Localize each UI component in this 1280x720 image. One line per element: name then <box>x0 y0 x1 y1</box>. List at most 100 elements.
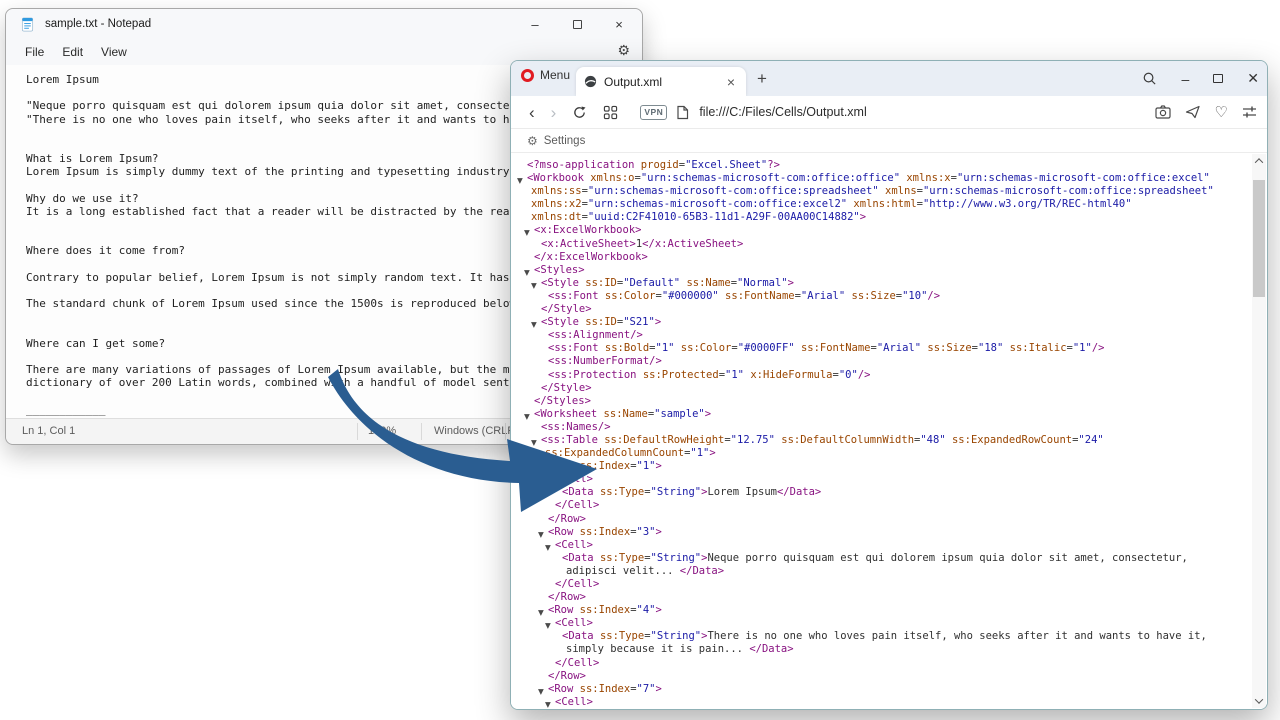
back-button[interactable]: ‹ <box>521 104 543 121</box>
reload-icon[interactable] <box>572 105 587 120</box>
xml-token: "sample" <box>654 408 705 420</box>
xml-token: <ss:Font <box>548 290 599 302</box>
speed-dial-grid-icon[interactable] <box>603 105 618 120</box>
xml-token: xmlns:dt <box>531 211 582 223</box>
easy-setup-sliders-icon[interactable] <box>1242 105 1257 119</box>
xml-token: <ss:NumberFormat <box>548 355 649 367</box>
notepad-close-button[interactable]: × <box>598 9 640 39</box>
xml-token: Neque porro quisquam est qui dolorem ips… <box>707 552 1187 564</box>
xml-token: ss:Index <box>580 526 631 538</box>
xml-token: > <box>587 473 593 485</box>
menu-edit[interactable]: Edit <box>53 42 92 62</box>
forward-button[interactable]: › <box>543 104 565 121</box>
xml-line: <ss:Font ss:Bold="1" ss:Color="#0000FF" … <box>517 342 1267 355</box>
xml-token: </Cell <box>555 499 593 511</box>
xml-token: adipisci velit... <box>566 565 680 577</box>
xml-token: x:HideFormula <box>750 369 832 381</box>
xml-token: progid <box>641 159 679 171</box>
xml-token: /> <box>598 421 611 433</box>
xml-line: </Style> <box>517 303 1267 316</box>
xml-token: > <box>587 617 593 629</box>
xml-token: > <box>580 670 586 682</box>
menu-view[interactable]: View <box>92 42 136 62</box>
xml-token: ss:FontName <box>801 342 871 354</box>
xml-token: > <box>593 657 599 669</box>
xml-line: </Row> <box>517 670 1267 683</box>
xml-token: "7" <box>637 683 656 695</box>
xml-token: ss:ID <box>585 277 617 289</box>
xml-token: "String" <box>651 552 702 564</box>
xml-token: "S21" <box>623 316 655 328</box>
address-bar-url[interactable]: file:///C:/Files/Cells/Output.xml <box>699 105 866 119</box>
xml-token: > <box>656 604 662 616</box>
xml-token: > <box>585 395 591 407</box>
xml-line: ▼<Style ss:ID="Default" ss:Name="Normal"… <box>517 277 1267 290</box>
tab-output-xml[interactable]: Output.xml × <box>576 67 746 96</box>
xml-token: <ss:Protection <box>548 369 637 381</box>
collapse-toggle-icon[interactable]: ▼ <box>545 698 551 709</box>
scrollbar[interactable] <box>1252 154 1266 708</box>
notepad-maximize-button[interactable] <box>556 9 598 39</box>
xml-token: > <box>585 382 591 394</box>
snapshot-camera-icon[interactable] <box>1155 105 1171 119</box>
new-tab-button[interactable]: + <box>757 69 767 89</box>
page-document-icon[interactable] <box>676 105 689 120</box>
favorites-heart-icon[interactable]: ♡ <box>1215 103 1228 121</box>
xml-token: </x:ExcelWorkbook <box>534 251 641 263</box>
scroll-down-icon[interactable] <box>1252 694 1266 708</box>
xml-token: > <box>787 643 793 655</box>
search-icon[interactable] <box>1142 71 1157 86</box>
notepad-titlebar[interactable]: sample.txt - Notepad – × <box>6 9 642 39</box>
scrollbar-thumb[interactable] <box>1253 180 1265 297</box>
xml-token: > <box>718 565 724 577</box>
vpn-badge[interactable]: VPN <box>640 105 667 120</box>
xml-line: xmlns:ss="urn:schemas-microsoft-com:offi… <box>517 185 1267 198</box>
browser-close-button[interactable]: ✕ <box>1247 70 1259 87</box>
xml-token: ss:Size <box>852 290 896 302</box>
xml-token: <Row <box>548 604 573 616</box>
xml-token: > <box>593 499 599 511</box>
xml-line: simply because it is pain... </Data> <box>517 643 1267 656</box>
xml-token: > <box>578 264 584 276</box>
xml-token: xmlns <box>885 185 917 197</box>
xml-line: ▼<x:ExcelWorkbook> <box>517 224 1267 237</box>
xml-line: xmlns:x2="urn:schemas-microsoft-com:offi… <box>517 198 1267 211</box>
tab-close-icon[interactable]: × <box>724 74 738 90</box>
xml-token: "1" <box>1073 342 1092 354</box>
xml-token: <Cell <box>555 617 587 629</box>
xml-token: "3" <box>637 526 656 538</box>
xml-token: "String" <box>651 486 702 498</box>
opera-menu-button[interactable]: Menu <box>521 68 570 82</box>
xml-token: There is no one who loves pain itself, w… <box>707 630 1206 642</box>
xml-token: > <box>585 303 591 315</box>
xml-token: > <box>788 277 794 289</box>
xml-token: <Styles <box>534 264 578 276</box>
browser-minimize-button[interactable]: – <box>1181 71 1189 87</box>
bookmark-settings[interactable]: Settings <box>544 135 586 147</box>
xml-token: simply because it is pain... <box>566 643 749 655</box>
xml-token: "http://www.w3.org/TR/REC-html40" <box>923 198 1132 210</box>
xml-token: /> <box>649 355 662 367</box>
browser-maximize-button[interactable] <box>1213 74 1223 83</box>
notepad-settings-gear-icon[interactable]: ⚙ <box>617 42 630 59</box>
settings-gear-icon: ⚙ <box>527 134 538 148</box>
xml-line: <ss:Font ss:Color="#000000" ss:FontName=… <box>517 290 1267 303</box>
xml-token: "0" <box>839 369 858 381</box>
xml-line: </Cell> <box>517 499 1267 512</box>
xml-token: > <box>587 539 593 551</box>
xml-line: ▼<Cell> <box>517 617 1267 630</box>
menu-file[interactable]: File <box>16 42 53 62</box>
xml-token: "Default" <box>623 277 680 289</box>
notepad-minimize-button[interactable]: – <box>514 9 556 39</box>
xml-token: "1" <box>725 369 744 381</box>
xml-token: ss:Italic <box>1010 342 1067 354</box>
scroll-up-icon[interactable] <box>1252 154 1266 168</box>
xml-token: </Row <box>548 591 580 603</box>
xml-token: > <box>655 316 661 328</box>
status-separator <box>357 423 358 440</box>
xml-token: ss:FontName <box>725 290 795 302</box>
notepad-app-icon <box>20 17 35 32</box>
my-flow-send-icon[interactable] <box>1185 105 1201 119</box>
xml-token: > <box>587 696 593 708</box>
xml-token: <Worksheet <box>534 408 597 420</box>
